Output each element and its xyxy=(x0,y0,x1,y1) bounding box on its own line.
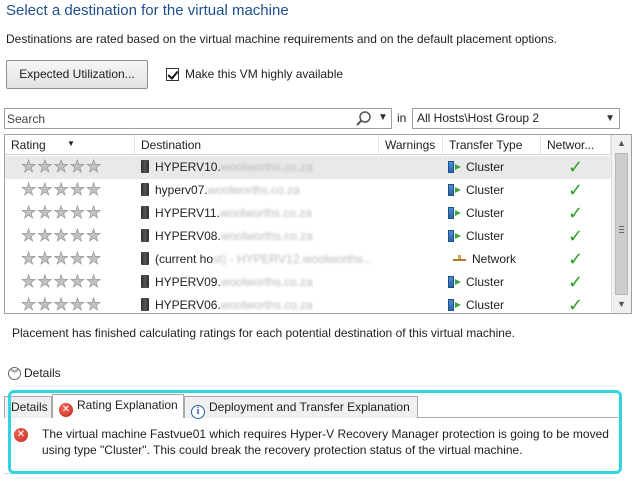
table-row[interactable]: ★★★★★ HYPERV08.woolworths.co.za Cluster … xyxy=(5,225,611,248)
column-header-transfer-type[interactable]: Transfer Type xyxy=(443,135,541,155)
highly-available-checkbox[interactable] xyxy=(166,67,179,81)
rating-stars: ★★★★★ xyxy=(21,249,103,269)
network-ok-icon: ✓ xyxy=(568,295,584,314)
server-icon xyxy=(141,229,149,242)
network-ok-icon: ✓ xyxy=(568,157,584,177)
highly-available-label: Make this VM highly available xyxy=(185,67,344,81)
destination-cell: (current host) - HYPERV12.woolworths... xyxy=(141,248,373,271)
column-header-destination[interactable]: Destination xyxy=(135,135,379,155)
network-ok-icon: ✓ xyxy=(568,203,584,223)
destination-cell: HYPERV09.woolworths.co.za xyxy=(141,271,313,294)
page-title: Select a destination for the virtual mac… xyxy=(6,2,289,19)
tab-rating-explanation[interactable]: ✕ Rating Explanation xyxy=(52,394,184,418)
tab-deployment-transfer-explanation[interactable]: i Deployment and Transfer Explanation xyxy=(184,396,418,419)
search-box[interactable]: ▼ xyxy=(4,108,392,129)
table-row[interactable]: ★★★★★ HYPERV11.woolworths.co.za Cluster … xyxy=(5,202,611,225)
rating-stars: ★★★★★ xyxy=(21,226,103,246)
transfer-type-cell: Network xyxy=(453,248,516,271)
column-header-warnings[interactable]: Warnings xyxy=(379,135,443,155)
details-toggle-label: Details xyxy=(24,366,61,380)
redacted-domain: woolworths.co.za xyxy=(220,160,313,174)
destinations-grid[interactable]: Rating ▼ Destination Warnings Transfer T… xyxy=(4,134,632,314)
sort-descending-icon: ▼ xyxy=(67,139,75,148)
rating-stars: ★★★★★ xyxy=(21,295,103,314)
server-icon xyxy=(141,252,149,265)
search-input[interactable] xyxy=(7,110,347,127)
transfer-type-cell: Cluster xyxy=(448,271,504,294)
scroll-thumb[interactable] xyxy=(615,153,628,295)
grid-scrollbar[interactable]: ▲ ▼ xyxy=(611,135,631,313)
server-icon xyxy=(141,160,149,173)
redacted-domain: woolworths.co.za xyxy=(220,229,313,243)
network-ok-icon: ✓ xyxy=(568,226,584,246)
error-icon: ✕ xyxy=(59,403,73,417)
server-icon xyxy=(141,206,149,219)
tab-details[interactable]: Details xyxy=(4,396,52,418)
rating-stars: ★★★★★ xyxy=(21,157,103,177)
server-icon xyxy=(141,275,149,288)
rating-stars: ★★★★★ xyxy=(21,180,103,200)
details-toggle[interactable]: ︾ Details xyxy=(8,366,61,380)
rating-stars: ★★★★★ xyxy=(21,272,103,292)
redacted-domain: woolworths.co.za xyxy=(220,275,313,289)
redacted-domain: woolworths.co.za xyxy=(219,206,312,220)
transfer-type-cell: Cluster xyxy=(448,294,504,313)
table-row[interactable]: ★★★★★ HYPERV06.woolworths.co.za Cluster … xyxy=(5,294,611,314)
redacted-domain: woolworths.co.za xyxy=(220,298,313,312)
scope-select-value: All Hosts\Host Group 2 xyxy=(417,111,540,125)
transfer-type-cell: Cluster xyxy=(448,156,504,179)
rating-explanation-message: ✕ The virtual machine Fastvue01 which re… xyxy=(14,426,614,458)
error-icon: ✕ xyxy=(14,428,28,442)
grid-header: Rating ▼ Destination Warnings Transfer T… xyxy=(5,135,631,155)
scope-select[interactable]: All Hosts\Host Group 2 ▼ xyxy=(412,108,620,129)
rating-stars: ★★★★★ xyxy=(21,203,103,223)
cluster-transfer-icon xyxy=(448,299,462,311)
cluster-transfer-icon xyxy=(448,207,462,219)
network-ok-icon: ✓ xyxy=(568,272,584,292)
scroll-down-icon[interactable]: ▼ xyxy=(612,296,631,313)
cluster-transfer-icon xyxy=(448,161,462,173)
chevron-down-icon[interactable]: ▼ xyxy=(605,113,615,124)
network-ok-icon: ✓ xyxy=(568,180,584,200)
rating-explanation-text: The virtual machine Fastvue01 which requ… xyxy=(42,427,609,457)
transfer-type-cell: Cluster xyxy=(448,225,504,248)
cluster-transfer-icon xyxy=(448,230,462,242)
destination-cell: hyperv07.woolworths.co.za xyxy=(141,179,300,202)
collapse-chevron-icon[interactable]: ︾ xyxy=(8,366,21,380)
network-transfer-icon xyxy=(453,253,466,263)
table-row[interactable]: ★★★★★ HYPERV09.woolworths.co.za Cluster … xyxy=(5,271,611,294)
redacted-domain: woolworths.co.za xyxy=(207,183,300,197)
table-row[interactable]: ★★★★★ (current host) - HYPERV12.woolwort… xyxy=(5,248,611,271)
network-ok-icon: ✓ xyxy=(568,249,584,269)
highly-available-option[interactable]: Make this VM highly available xyxy=(166,67,343,81)
magnifier-icon[interactable] xyxy=(355,110,373,128)
search-options-chevron-icon[interactable]: ▼ xyxy=(377,112,389,126)
expected-utilization-button[interactable]: Expected Utilization... xyxy=(6,60,148,89)
panel-divider xyxy=(4,473,618,474)
server-icon xyxy=(141,183,149,196)
transfer-type-cell: Cluster xyxy=(448,179,504,202)
redacted-domain: st) - HYPERV12.woolworths... xyxy=(213,252,373,266)
cluster-transfer-icon xyxy=(448,276,462,288)
table-row[interactable]: ★★★★★ HYPERV10.woolworths.co.za Cluster … xyxy=(5,156,611,179)
scroll-up-icon[interactable]: ▲ xyxy=(612,135,631,152)
info-icon: i xyxy=(191,405,205,419)
destination-cell: HYPERV06.woolworths.co.za xyxy=(141,294,313,313)
destination-cell: HYPERV08.woolworths.co.za xyxy=(141,225,313,248)
column-header-network[interactable]: Networ... xyxy=(541,135,611,155)
details-tabs: Details ✕ Rating Explanation i Deployment … xyxy=(4,394,618,419)
destination-cell: HYPERV10.woolworths.co.za xyxy=(141,156,313,179)
server-icon xyxy=(141,298,149,311)
column-header-rating[interactable]: Rating ▼ xyxy=(5,135,135,155)
transfer-type-cell: Cluster xyxy=(448,202,504,225)
cluster-transfer-icon xyxy=(448,184,462,196)
placement-status-text: Placement has finished calculating ratin… xyxy=(12,326,515,340)
scope-in-label: in xyxy=(397,111,407,125)
page-description: Destinations are rated based on the virt… xyxy=(6,32,558,46)
table-row[interactable]: ★★★★★ hyperv07.woolworths.co.za Cluster … xyxy=(5,179,611,202)
destination-cell: HYPERV11.woolworths.co.za xyxy=(141,202,312,225)
